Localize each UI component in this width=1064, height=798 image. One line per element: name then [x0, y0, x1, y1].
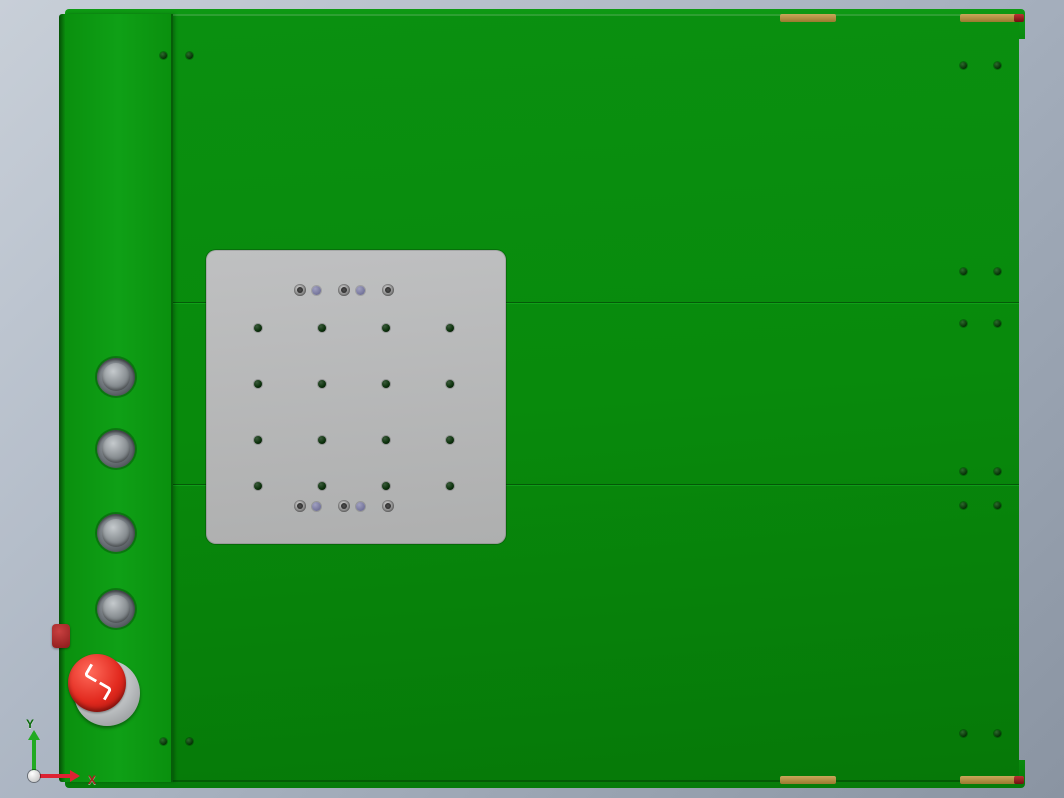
mounting-plate [206, 250, 506, 544]
fastener [994, 502, 1001, 509]
countersunk-hole [294, 284, 306, 296]
tapped-hole [382, 436, 390, 444]
triad-origin-icon [28, 770, 40, 782]
tapped-hole [318, 436, 326, 444]
tapped-hole [254, 380, 262, 388]
axis-triad-icon[interactable]: X Y [22, 718, 92, 788]
edge-insert [960, 14, 1016, 22]
tapped-hole [318, 482, 326, 490]
tapped-hole [382, 482, 390, 490]
plug-hole [312, 286, 321, 295]
fastener [160, 52, 167, 59]
edge-insert [780, 14, 836, 22]
fastener [160, 738, 167, 745]
edge-insert [960, 776, 1016, 784]
fastener [994, 730, 1001, 737]
plug-hole [312, 502, 321, 511]
tapped-hole [254, 436, 262, 444]
fastener [186, 738, 193, 745]
y-axis-label: Y [26, 718, 34, 730]
x-axis-label: X [88, 774, 96, 786]
fastener [960, 62, 967, 69]
side-indicator [52, 624, 70, 648]
tapped-hole [446, 324, 454, 332]
pushbutton-well[interactable] [97, 430, 135, 468]
tapped-hole [254, 482, 262, 490]
countersunk-hole [294, 500, 306, 512]
pushbutton-well[interactable] [97, 514, 135, 552]
countersunk-hole [382, 500, 394, 512]
x-axis-icon [34, 774, 78, 778]
fastener [186, 52, 193, 59]
fastener [960, 730, 967, 737]
tapped-hole [318, 324, 326, 332]
fastener [960, 268, 967, 275]
edge-insert [1014, 776, 1024, 784]
countersunk-hole [338, 284, 350, 296]
tapped-hole [382, 380, 390, 388]
pushbutton-well[interactable] [97, 590, 135, 628]
tapped-hole [446, 436, 454, 444]
fastener [994, 320, 1001, 327]
plug-hole [356, 286, 365, 295]
tapped-hole [254, 324, 262, 332]
countersunk-hole [338, 500, 350, 512]
fastener [994, 62, 1001, 69]
tapped-hole [382, 324, 390, 332]
tapped-hole [446, 482, 454, 490]
edge-insert [1014, 14, 1024, 22]
fastener [960, 320, 967, 327]
fastener [994, 268, 1001, 275]
fastener [960, 502, 967, 509]
fastener [994, 468, 1001, 475]
tapped-hole [446, 380, 454, 388]
tapped-hole [318, 380, 326, 388]
fastener [960, 468, 967, 475]
cad-viewport[interactable]: X Y [0, 0, 1064, 798]
edge-insert [780, 776, 836, 784]
emergency-stop-button[interactable] [68, 654, 126, 712]
countersunk-hole [382, 284, 394, 296]
pushbutton-well[interactable] [97, 358, 135, 396]
plug-hole [356, 502, 365, 511]
